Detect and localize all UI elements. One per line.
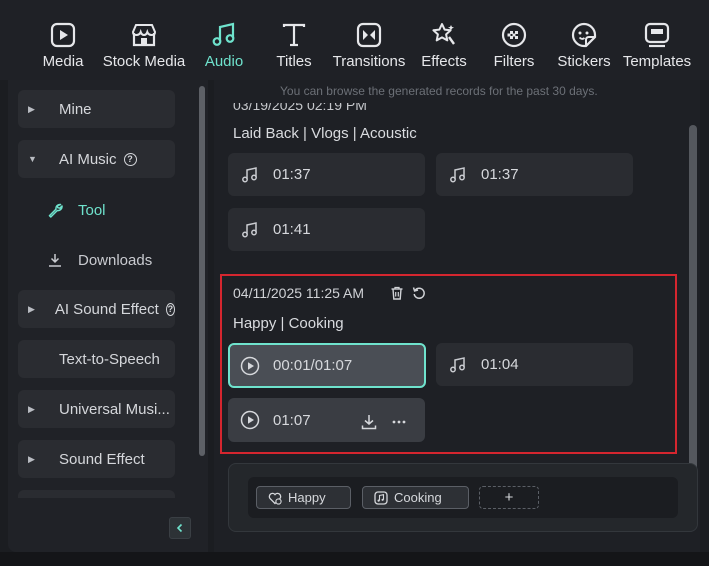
sidebar-subitem-tool[interactable]: Tool: [46, 195, 106, 225]
regenerate-icon[interactable]: [411, 285, 427, 301]
caret-right-icon: ▶: [28, 453, 35, 464]
sidebar-item-label: AI Music: [59, 150, 117, 168]
tab-audio[interactable]: Audio: [202, 0, 246, 80]
caret-right-icon: ▶: [28, 103, 35, 114]
tab-titles-label: Titles: [276, 53, 312, 70]
wrench-icon: [46, 201, 64, 219]
tab-templates-label: Templates: [622, 53, 692, 70]
tab-audio-label: Audio: [204, 53, 244, 70]
caret-right-icon: ▶: [28, 403, 35, 414]
emotion-icon: [268, 491, 282, 505]
tab-transitions-label: Transitions: [332, 53, 406, 70]
records-scrollbar[interactable]: [689, 125, 697, 490]
sidebar-subitem-downloads[interactable]: Downloads: [46, 245, 152, 275]
track-playback-time: 00:01/01:07: [273, 357, 353, 374]
tab-media[interactable]: Media: [42, 0, 84, 80]
tab-effects-label: Effects: [421, 53, 467, 70]
prompt-tag-happy[interactable]: Happy: [256, 486, 351, 509]
tab-effects[interactable]: Effects: [421, 0, 467, 80]
media-icon: [48, 20, 78, 50]
chevron-left-icon: [176, 523, 183, 533]
tab-stickers[interactable]: Stickers: [557, 0, 611, 80]
sidebar-item-universal-music[interactable]: ▶ Universal Musi...: [18, 390, 175, 428]
tab-stock-media[interactable]: Stock Media: [102, 0, 186, 80]
sidebar-item-partial: [18, 490, 175, 498]
templates-icon: [642, 20, 672, 50]
download-icon: [46, 251, 64, 269]
track-duration: 01:07: [273, 411, 311, 429]
tab-titles[interactable]: Titles: [275, 0, 313, 80]
tab-transitions[interactable]: Transitions: [333, 0, 405, 80]
stock-media-icon: [129, 20, 159, 50]
sidebar-item-text-to-speech[interactable]: Text-to-Speech: [18, 340, 175, 378]
download-track-icon[interactable]: [360, 413, 378, 431]
track-item[interactable]: 01:41: [228, 208, 425, 251]
track-duration: 01:04: [481, 356, 519, 373]
delete-icon[interactable]: [389, 285, 405, 301]
transitions-icon: [354, 20, 384, 50]
stickers-icon: [569, 20, 599, 50]
audio-icon: [209, 20, 239, 50]
music-note-icon: [448, 165, 468, 185]
play-icon[interactable]: [240, 410, 260, 430]
sidebar-subitem-label: Downloads: [78, 251, 153, 269]
music-note-icon: [240, 220, 260, 240]
collapse-sidebar-button[interactable]: [169, 517, 191, 539]
tab-stock-media-label: Stock Media: [102, 53, 186, 70]
track-duration: 01:37: [481, 166, 519, 183]
scene-music-icon: [374, 490, 388, 505]
track-item-playing[interactable]: 00:01/01:07: [228, 343, 426, 388]
track-item[interactable]: 01:04: [436, 343, 633, 386]
sidebar-item-label: Text-to-Speech: [59, 350, 160, 368]
prompt-tag-label: Cooking: [394, 490, 442, 505]
record-title: Laid Back | Vlogs | Acoustic: [233, 125, 417, 142]
sidebar-subitem-label: Tool: [78, 201, 106, 219]
top-toolbar: Media Stock Media Audio Titles Transitio…: [0, 0, 709, 80]
play-icon[interactable]: [240, 356, 260, 376]
sidebar-item-ai-music[interactable]: ▼ AI Music ?: [18, 140, 175, 178]
track-item[interactable]: 01:37: [436, 153, 633, 196]
help-icon[interactable]: ?: [165, 302, 175, 316]
track-duration: 01:41: [273, 221, 311, 238]
prompt-tag-label: Happy: [288, 490, 326, 505]
sidebar-item-sound-effect[interactable]: ▶ Sound Effect: [18, 440, 175, 478]
tab-filters-label: Filters: [493, 53, 535, 70]
sidebar-scrollbar[interactable]: [199, 86, 205, 456]
track-item[interactable]: 01:37: [228, 153, 425, 196]
tab-stickers-label: Stickers: [557, 53, 611, 70]
music-note-icon: [240, 165, 260, 185]
records-hint: You can browse the generated records for…: [280, 84, 598, 98]
caret-down-icon: ▼: [28, 154, 37, 164]
bottom-edge: [0, 552, 709, 566]
sidebar-item-label: Sound Effect: [59, 450, 145, 468]
sidebar-item-label: AI Sound Effect: [54, 300, 159, 318]
left-sidebar: ▶ Mine ▼ AI Music ? Tool Downloads ▶ AI …: [8, 80, 208, 552]
sidebar-item-mine[interactable]: ▶ Mine: [18, 90, 175, 128]
tab-media-label: Media: [42, 53, 84, 70]
tab-filters[interactable]: Filters: [494, 0, 534, 80]
caret-right-icon: ▶: [28, 303, 35, 314]
sidebar-item-label: Mine: [59, 100, 92, 118]
filters-icon: [499, 20, 529, 50]
titles-icon: [279, 20, 309, 50]
more-options-icon[interactable]: [390, 414, 408, 430]
tab-templates[interactable]: Templates: [622, 0, 692, 80]
sidebar-item-label: Universal Musi...: [59, 400, 170, 418]
record-title: Happy | Cooking: [233, 315, 344, 332]
effects-icon: [429, 20, 459, 50]
track-duration: 01:37: [273, 166, 311, 183]
prompt-tag-cooking[interactable]: Cooking: [362, 486, 469, 509]
music-note-icon: [448, 355, 468, 375]
add-tag-button[interactable]: +: [479, 486, 539, 509]
sidebar-item-ai-sound-effect[interactable]: ▶ AI Sound Effect ?: [18, 290, 175, 328]
help-icon[interactable]: ?: [123, 152, 137, 166]
record-date: 04/11/2025 11:25 AM: [233, 285, 365, 301]
